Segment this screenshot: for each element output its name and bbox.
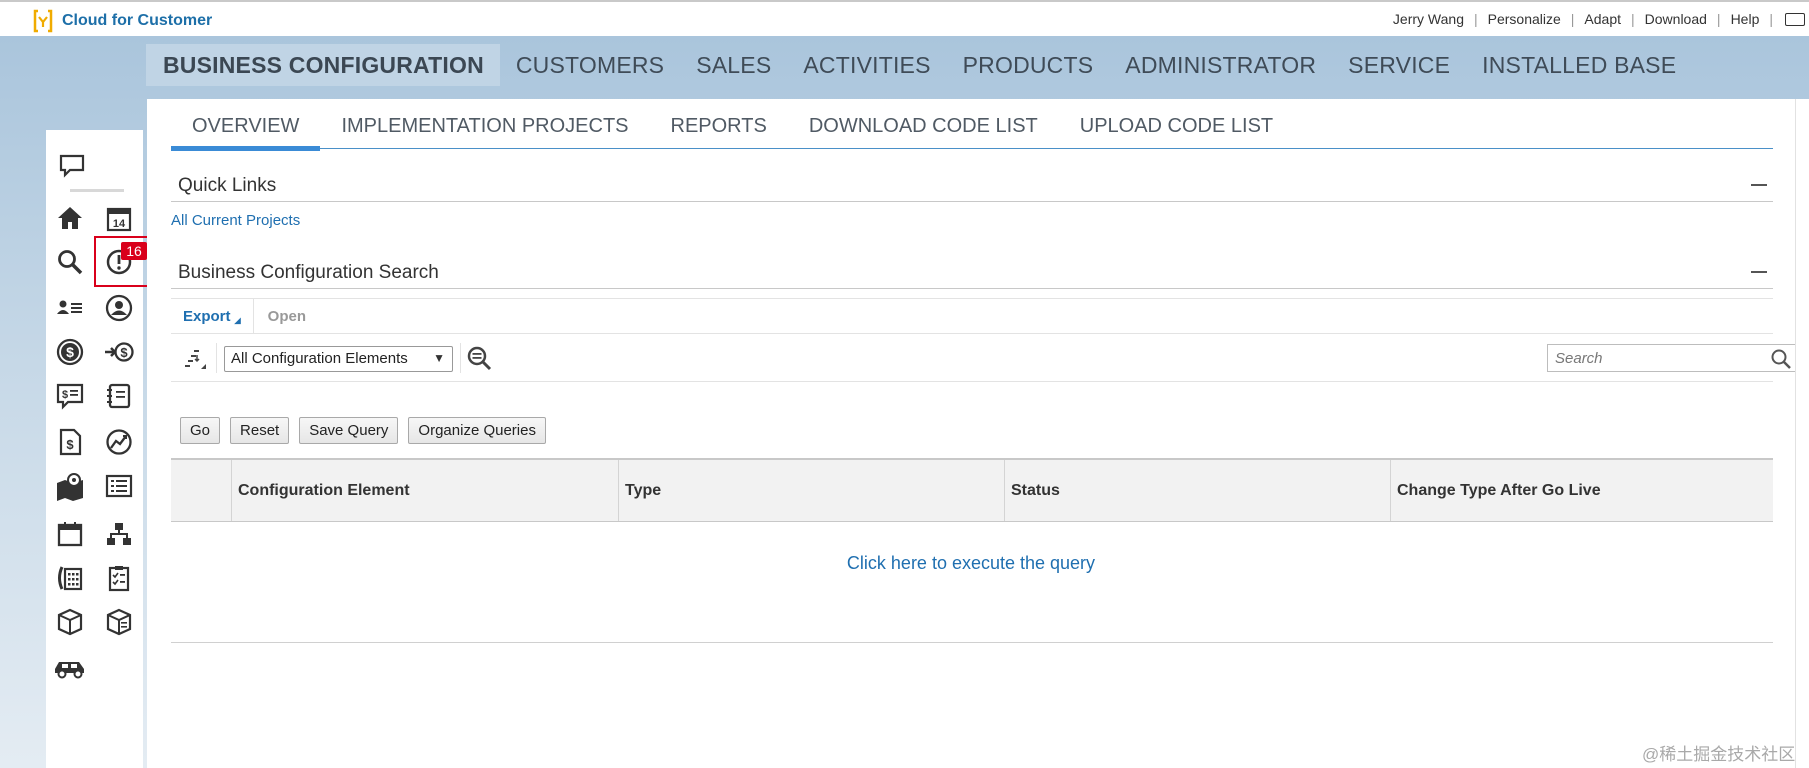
- svg-text:14: 14: [113, 218, 126, 230]
- shell-links: Jerry Wang | Personalize | Adapt | Download…: [1383, 11, 1805, 27]
- nav-administrator[interactable]: ADMINISTRATOR: [1109, 44, 1332, 86]
- money-icon[interactable]: $: [54, 336, 86, 368]
- account-icon[interactable]: [103, 292, 135, 324]
- catalog-icon[interactable]: [103, 606, 135, 638]
- nav-products[interactable]: PRODUCTS: [947, 44, 1110, 86]
- go-button[interactable]: Go: [180, 417, 221, 444]
- notification-badge: 16: [121, 242, 147, 260]
- shell-bar: Cloud for Customer Jerry Wang | Personali…: [0, 0, 1809, 36]
- adapt-link[interactable]: Adapt: [1574, 11, 1631, 27]
- user-name-link[interactable]: Jerry Wang: [1383, 11, 1474, 27]
- svg-text:$: $: [120, 345, 128, 360]
- logo-icon: [33, 9, 53, 33]
- svg-text:$: $: [62, 389, 68, 401]
- advanced-search-icon[interactable]: [466, 345, 492, 371]
- nav-sales[interactable]: SALES: [680, 44, 787, 86]
- org-chart-icon[interactable]: [103, 518, 135, 550]
- column-status[interactable]: Status: [1005, 460, 1391, 521]
- organize-queries-button[interactable]: Organize Queries: [408, 417, 546, 444]
- contacts-icon[interactable]: [54, 292, 86, 324]
- search-section-title: Business Configuration Search: [178, 262, 439, 283]
- quote-icon[interactable]: $: [54, 380, 86, 412]
- download-link[interactable]: Download: [1635, 11, 1717, 27]
- main-panel: OVERVIEW IMPLEMENTATION PROJECTS REPORTS…: [147, 99, 1797, 768]
- window-icon[interactable]: [1785, 12, 1805, 26]
- search-input[interactable]: [1548, 345, 1758, 371]
- notebook-icon[interactable]: [103, 380, 135, 412]
- search-icon[interactable]: [1770, 348, 1792, 370]
- save-query-button[interactable]: Save Query: [299, 417, 399, 444]
- calendar-small-icon[interactable]: [54, 518, 86, 550]
- all-current-projects-link[interactable]: All Current Projects: [171, 212, 300, 229]
- list-icon[interactable]: [103, 470, 135, 502]
- lead-icon[interactable]: $: [103, 336, 135, 368]
- sub-tabs: OVERVIEW IMPLEMENTATION PROJECTS REPORTS…: [171, 113, 1773, 151]
- calendar-icon[interactable]: 14: [103, 202, 135, 234]
- results-table-header: Configuration Element Type Status Change…: [171, 458, 1773, 522]
- collapse-quick-links-icon[interactable]: [1751, 184, 1767, 186]
- help-link[interactable]: Help: [1721, 11, 1770, 27]
- car-icon[interactable]: [52, 650, 88, 682]
- export-label: Export: [183, 307, 231, 325]
- filter-select-value: All Configuration Elements: [231, 350, 408, 367]
- toolbar-separator: [216, 343, 217, 373]
- search-section-header: Business Configuration Search: [171, 257, 1773, 289]
- row-selector-column[interactable]: [171, 460, 232, 521]
- right-edge-panel: [1795, 99, 1809, 768]
- column-change-type-after-go-live[interactable]: Change Type After Go Live: [1391, 460, 1773, 521]
- execute-query-link[interactable]: Click here to execute the query: [147, 553, 1795, 574]
- top-navigation: BUSINESS CONFIGURATION CUSTOMERS SALES A…: [146, 44, 1692, 86]
- tab-implementation-projects[interactable]: IMPLEMENTATION PROJECTS: [320, 113, 649, 149]
- checklist-icon[interactable]: [103, 562, 135, 594]
- action-toolbar: Export ◢ Open: [171, 298, 1773, 334]
- invoice-icon[interactable]: $: [54, 426, 86, 458]
- home-icon[interactable]: [54, 202, 86, 234]
- app-logo[interactable]: Cloud for Customer: [32, 9, 212, 33]
- reset-button[interactable]: Reset: [230, 417, 290, 444]
- nav-service[interactable]: SERVICE: [1332, 44, 1466, 86]
- svg-text:$: $: [66, 437, 74, 452]
- table-bottom-border: [171, 642, 1773, 643]
- left-icon-rail: 14 $ $ $ $: [46, 130, 143, 768]
- query-button-row: Go Reset Save Query Organize Queries: [180, 417, 546, 444]
- filter-toolbar: All Configuration Elements ▼: [171, 335, 1797, 382]
- export-button[interactable]: Export ◢: [171, 299, 253, 333]
- feedback-icon[interactable]: [56, 150, 88, 182]
- sort-icon[interactable]: [183, 347, 207, 371]
- quick-links-header: Quick Links: [171, 170, 1773, 202]
- tab-upload-code-list[interactable]: UPLOAD CODE LIST: [1059, 113, 1294, 149]
- app-title: Cloud for Customer: [62, 12, 213, 29]
- search-icon[interactable]: [54, 246, 86, 278]
- forecast-icon[interactable]: [103, 426, 135, 458]
- personalize-link[interactable]: Personalize: [1478, 11, 1571, 27]
- product-icon[interactable]: [54, 606, 86, 638]
- tab-reports[interactable]: REPORTS: [650, 113, 788, 149]
- svg-text:$: $: [66, 344, 74, 360]
- tab-overview[interactable]: OVERVIEW: [171, 113, 321, 151]
- open-button[interactable]: Open: [252, 299, 318, 333]
- search-field[interactable]: [1547, 344, 1797, 372]
- quick-links-title: Quick Links: [178, 175, 277, 196]
- nav-business-configuration[interactable]: BUSINESS CONFIGURATION: [146, 44, 500, 86]
- toolbar-separator: [460, 343, 461, 373]
- chevron-down-icon: ▼: [433, 351, 445, 365]
- nav-activities[interactable]: ACTIVITIES: [787, 44, 946, 86]
- rail-divider: [70, 189, 124, 192]
- column-configuration-element[interactable]: Configuration Element: [232, 460, 619, 521]
- tab-download-code-list[interactable]: DOWNLOAD CODE LIST: [788, 113, 1059, 149]
- map-icon[interactable]: [54, 470, 86, 502]
- configuration-filter-select[interactable]: All Configuration Elements ▼: [224, 346, 453, 372]
- nav-installed-base[interactable]: INSTALLED BASE: [1466, 44, 1692, 86]
- watermark: @稀土掘金技术社区: [1642, 745, 1796, 764]
- dropdown-corner-icon: ◢: [234, 315, 241, 325]
- phone-book-icon[interactable]: [54, 562, 86, 594]
- nav-customers[interactable]: CUSTOMERS: [500, 44, 680, 86]
- collapse-search-icon[interactable]: [1751, 271, 1767, 273]
- column-type[interactable]: Type: [619, 460, 1005, 521]
